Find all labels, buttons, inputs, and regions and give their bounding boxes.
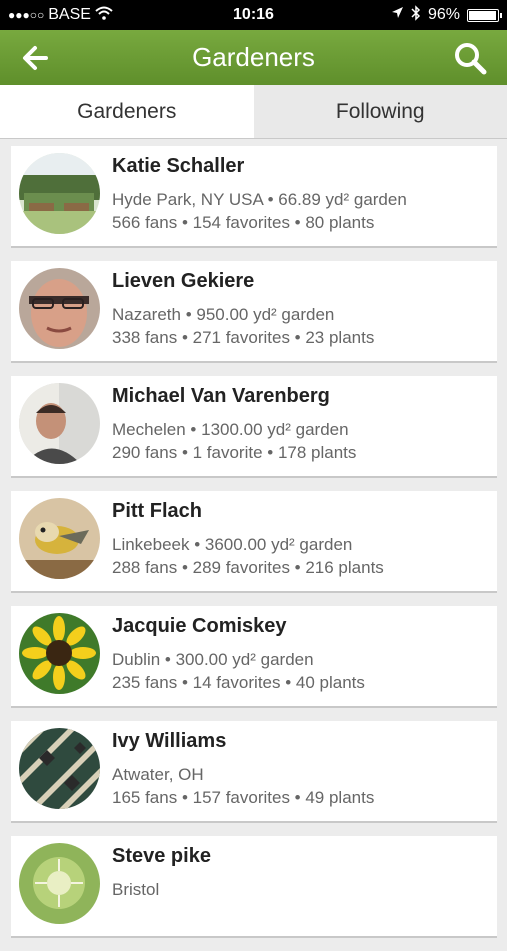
- gardener-location: Linkebeek • 3600.00 yd² garden: [112, 535, 352, 555]
- gardener-name: Lieven Gekiere: [112, 270, 254, 293]
- gardener-name: Michael Van Varenberg: [112, 385, 330, 408]
- gardener-card[interactable]: Jacquie Comiskey Dublin • 300.00 yd² gar…: [11, 606, 497, 708]
- avatar: [19, 613, 100, 694]
- wifi-icon: [95, 6, 113, 25]
- gardener-location: Dublin • 300.00 yd² garden: [112, 650, 314, 670]
- tab-following[interactable]: Following: [254, 85, 507, 138]
- gardener-card[interactable]: Steve pike Bristol: [11, 836, 497, 938]
- gardener-stats: 290 fans • 1 favorite • 178 plants: [112, 443, 356, 463]
- gardener-card[interactable]: Ivy Williams Atwater, OH 165 fans • 157 …: [11, 721, 497, 823]
- gardener-card[interactable]: Katie Schaller Hyde Park, NY USA • 66.89…: [11, 146, 497, 248]
- carrier-name: BASE: [48, 6, 91, 24]
- status-bar: ●●●○○ BASE 10:16 96%: [0, 0, 507, 30]
- gardener-location: Bristol: [112, 880, 159, 900]
- gardener-location: Nazareth • 950.00 yd² garden: [112, 305, 334, 325]
- gardener-stats: 235 fans • 14 favorites • 40 plants: [112, 673, 365, 693]
- avatar: [19, 728, 100, 809]
- avatar: [19, 498, 100, 579]
- navigation-bar: Gardeners: [0, 30, 507, 85]
- gardener-card[interactable]: Michael Van Varenberg Mechelen • 1300.00…: [11, 376, 497, 478]
- gardener-location: Atwater, OH: [112, 765, 204, 785]
- gardener-stats: 566 fans • 154 favorites • 80 plants: [112, 213, 374, 233]
- back-button[interactable]: [16, 40, 56, 76]
- battery-percent: 96%: [428, 6, 460, 24]
- gardener-location: Hyde Park, NY USA • 66.89 yd² garden: [112, 190, 407, 210]
- signal-strength: ●●●○○: [8, 8, 44, 22]
- search-icon: [451, 40, 491, 76]
- gardener-list: Katie Schaller Hyde Park, NY USA • 66.89…: [11, 146, 497, 951]
- gardener-name: Katie Schaller: [112, 155, 244, 178]
- tab-bar: Gardeners Following: [0, 85, 507, 139]
- location-arrow-icon: [391, 6, 404, 24]
- gardener-name: Pitt Flach: [112, 500, 202, 523]
- avatar: [19, 268, 100, 349]
- page-title: Gardeners: [0, 30, 507, 85]
- tab-gardeners[interactable]: Gardeners: [0, 85, 254, 138]
- bluetooth-icon: [411, 5, 421, 26]
- back-arrow-icon: [16, 40, 56, 76]
- gardener-name: Jacquie Comiskey: [112, 615, 287, 638]
- gardener-name: Ivy Williams: [112, 730, 226, 753]
- battery-level: [469, 11, 496, 20]
- avatar: [19, 843, 100, 924]
- gardener-location: Mechelen • 1300.00 yd² garden: [112, 420, 349, 440]
- gardener-card[interactable]: Pitt Flach Linkebeek • 3600.00 yd² garde…: [11, 491, 497, 593]
- search-button[interactable]: [451, 40, 491, 76]
- gardener-stats: 338 fans • 271 favorites • 23 plants: [112, 328, 374, 348]
- avatar: [19, 153, 100, 234]
- gardener-stats: 165 fans • 157 favorites • 49 plants: [112, 788, 374, 808]
- gardener-card[interactable]: Lieven Gekiere Nazareth • 950.00 yd² gar…: [11, 261, 497, 363]
- gardener-name: Steve pike: [112, 845, 211, 868]
- battery-icon: [467, 9, 499, 22]
- gardener-stats: 288 fans • 289 favorites • 216 plants: [112, 558, 384, 578]
- avatar: [19, 383, 100, 464]
